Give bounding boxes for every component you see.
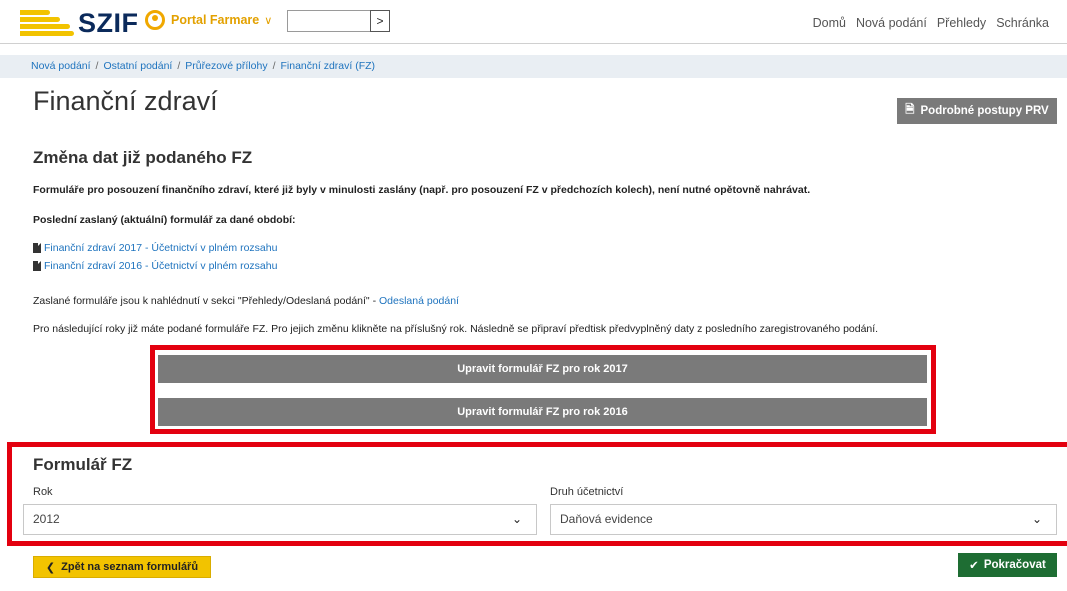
- nav-home[interactable]: Domů: [813, 16, 846, 30]
- breadcrumb: Nová podání / Ostatní podání / Průřezové pří…: [0, 55, 1067, 78]
- file-link-2016[interactable]: Finanční zdraví 2016 - Účetnictví v plné…: [33, 260, 277, 272]
- procedures-button-label: Podrobné postupy PRV: [920, 105, 1049, 117]
- year-select-value: 2012: [33, 512, 60, 526]
- pdf-icon: [33, 261, 41, 271]
- accounting-type-label: Druh účetnictví: [550, 486, 624, 498]
- page-title: Finanční zdraví: [33, 86, 218, 116]
- back-to-forms-button[interactable]: ❮ Zpět na seznam formulářů: [33, 556, 211, 578]
- year-label: Rok: [33, 486, 53, 498]
- file-link-label: Finanční zdraví 2016 - Účetnictví v plné…: [44, 260, 278, 272]
- chevron-down-icon: ∨: [264, 14, 273, 27]
- sent-submissions-link[interactable]: Odeslaná podání: [379, 295, 459, 307]
- form-title: Formulář FZ: [33, 455, 133, 474]
- document-icon: 🗎: [905, 103, 915, 116]
- breadcrumb-item[interactable]: Ostatní podání: [103, 60, 172, 72]
- nav-overviews[interactable]: Přehledy: [937, 16, 986, 30]
- user-icon: [145, 10, 165, 30]
- portal-label: Portal Farmare: [171, 13, 260, 27]
- logo-text: SZIF: [78, 7, 139, 38]
- chevron-down-icon: ⌄: [1031, 512, 1042, 526]
- section-subtitle: Změna dat již podaného FZ: [33, 148, 253, 167]
- breadcrumb-item[interactable]: Průřezové přílohy: [185, 60, 267, 72]
- sent-info-text: Zaslané formuláře jsou k nahlédnutí v se…: [33, 295, 379, 307]
- breadcrumb-item[interactable]: Nová podání: [31, 60, 91, 72]
- last-sent-label: Poslední zaslaný (aktuální) formulář za …: [33, 214, 296, 226]
- back-button-label: Zpět na seznam formulářů: [61, 561, 199, 573]
- top-bar: SZIF Portal Farmare ∨ > Domů Nová podání…: [0, 0, 1067, 44]
- nav-new-submissions[interactable]: Nová podání: [856, 16, 927, 30]
- continue-button[interactable]: ✔ Pokračovat: [958, 553, 1057, 577]
- year-select[interactable]: 2012 ⌄: [23, 504, 537, 535]
- procedures-button[interactable]: 🗎 Podrobné postupy PRV: [897, 98, 1057, 124]
- logo-stripes-icon: [20, 8, 74, 38]
- years-info: Pro následující roky již máte podané for…: [33, 323, 879, 335]
- edit-fz-2017-button[interactable]: Upravit formulář FZ pro rok 2017: [158, 355, 927, 383]
- accounting-type-select[interactable]: Daňová evidence ⌄: [550, 504, 1057, 535]
- search-button[interactable]: >: [370, 10, 390, 32]
- check-icon: ✔: [969, 560, 979, 572]
- file-link-label: Finanční zdraví 2017 - Účetnictví v plné…: [44, 242, 278, 254]
- nav-inbox[interactable]: Schránka: [996, 16, 1049, 30]
- pdf-icon: [33, 243, 41, 253]
- accounting-type-value: Daňová evidence: [560, 512, 653, 526]
- chevron-right-icon: >: [376, 14, 384, 28]
- breadcrumb-item[interactable]: Finanční zdraví (FZ): [281, 60, 376, 72]
- szif-logo[interactable]: SZIF: [20, 8, 139, 38]
- chevron-down-icon: ⌄: [511, 512, 522, 526]
- continue-button-label: Pokračovat: [983, 559, 1046, 571]
- chevron-left-icon: ❮: [45, 561, 56, 574]
- search-input[interactable]: [287, 10, 370, 32]
- top-nav: Domů Nová podání Přehledy Schránka: [813, 16, 1049, 30]
- file-link-2017[interactable]: Finanční zdraví 2017 - Účetnictví v plné…: [33, 242, 277, 254]
- edit-fz-2016-button[interactable]: Upravit formulář FZ pro rok 2016: [158, 398, 927, 426]
- sent-info: Zaslané formuláře jsou k nahlédnutí v se…: [33, 295, 459, 307]
- portal-menu[interactable]: Portal Farmare ∨: [145, 10, 272, 30]
- notice-text: Formuláře pro posouzení finančního zdrav…: [33, 184, 811, 196]
